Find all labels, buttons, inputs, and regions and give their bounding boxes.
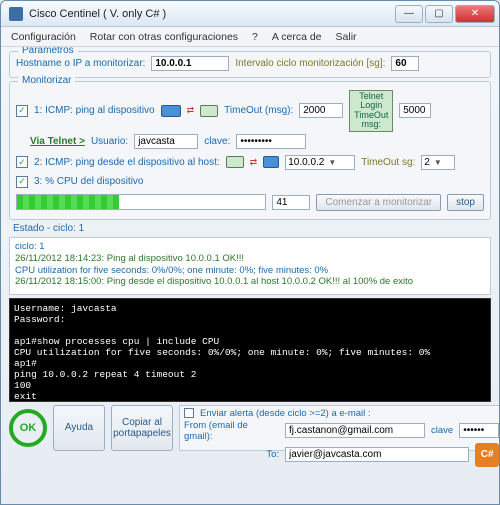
monitorizar-legend: Monitorizar	[18, 75, 75, 86]
term-l8: exit	[14, 391, 37, 402]
start-monitor-button[interactable]: Comenzar a monitorizar	[316, 194, 441, 211]
term-l4: CPU utilization for five seconds: 0%/0%;…	[14, 347, 430, 358]
timeout2-dropdown[interactable]: 2 ▼	[421, 155, 455, 170]
terminal-output[interactable]: Username: javcasta Password: ap1#show pr…	[9, 298, 491, 402]
titlebar: Cisco Centinel ( V. only C# ) — ▢ ✕	[1, 1, 499, 27]
menu-config[interactable]: Configuración	[11, 31, 76, 43]
progress-fill	[17, 195, 119, 209]
interval-label: Intervalo ciclo monitorización [sg]:	[235, 58, 385, 69]
menu-rotar[interactable]: Rotar con otras configuraciones	[90, 31, 238, 43]
hostname-label: Hostname o IP a monitorizar:	[16, 58, 145, 69]
check-icmp2[interactable]: ✓	[16, 156, 28, 168]
menu-about[interactable]: A cerca de	[272, 31, 322, 43]
chevron-down-icon-2: ▼	[434, 158, 442, 167]
interval-input[interactable]	[391, 56, 419, 71]
check-icmp1[interactable]: ✓	[16, 105, 28, 117]
term-l5: ap1#	[14, 358, 37, 369]
host2-dropdown[interactable]: 10.0.0.2 ▼	[285, 155, 355, 170]
to-label: To:	[184, 449, 279, 460]
router2-icon	[226, 156, 244, 168]
parametros-legend: Parametros	[18, 47, 78, 56]
progress-bar	[16, 194, 266, 210]
status-line-2: 26/11/2012 18:14:23: Ping al dispositivo…	[15, 253, 485, 265]
icmp1-label: 1: ICMP: ping al dispositivo	[34, 105, 155, 116]
timeout2-value: 2	[424, 157, 430, 168]
term-l2: Password:	[14, 314, 65, 325]
cpu-label: 3: % CPU del dispositivo	[34, 176, 144, 187]
alert-label: Enviar alerta (desde ciclo >=2) a e-mail…	[200, 408, 371, 419]
telnet-timeout-box: Telnet Login TimeOut msg:	[349, 90, 393, 132]
status-box: ciclo: 1 26/11/2012 18:14:23: Ping al di…	[9, 237, 491, 295]
copy-clipboard-button[interactable]: Copiar al portapapeles	[111, 405, 173, 451]
stop-button[interactable]: stop	[447, 194, 484, 211]
hostname-input[interactable]	[151, 56, 229, 71]
device-icon	[161, 105, 181, 117]
host2-value: 10.0.0.2	[288, 157, 324, 168]
chevron-down-icon: ▼	[328, 158, 336, 167]
router-icon	[200, 105, 218, 117]
close-button[interactable]: ✕	[455, 5, 495, 23]
window-controls: — ▢ ✕	[395, 5, 495, 23]
term-l7: 100	[14, 380, 31, 391]
clave-label: clave:	[204, 136, 230, 147]
telnet-timeout-input[interactable]	[399, 103, 431, 118]
status-line-3: CPU utilization for five seconds: 0%/0%;…	[15, 265, 485, 277]
usuario-label: Usuario:	[91, 136, 128, 147]
minimize-button[interactable]: —	[395, 5, 423, 23]
usuario-input[interactable]	[134, 134, 198, 149]
menu-exit[interactable]: Salir	[336, 31, 357, 43]
menubar: Configuración Rotar con otras configurac…	[1, 27, 499, 47]
maximize-button[interactable]: ▢	[425, 5, 453, 23]
status-line-1: ciclo: 1	[15, 241, 485, 253]
app-icon	[9, 7, 23, 21]
clave-input[interactable]	[236, 134, 306, 149]
content-area: Parametros Hostname o IP a monitorizar: …	[1, 47, 499, 504]
via-telnet-label[interactable]: Via Telnet >	[30, 136, 85, 147]
icmp2-label: 2: ICMP: ping desde el dispositivo al ho…	[34, 157, 220, 168]
bottom-panel: OK Ayuda Copiar al portapapeles Enviar a…	[9, 405, 491, 451]
from-label: From (email de gmail):	[184, 420, 279, 442]
menu-help-q[interactable]: ?	[252, 31, 258, 43]
term-l6: ping 10.0.0.2 repeat 4 timeout 2	[14, 369, 196, 380]
alert-checkbox[interactable]	[184, 408, 194, 418]
window-title: Cisco Centinel ( V. only C# )	[29, 8, 395, 20]
from-input[interactable]	[285, 423, 425, 438]
email-panel: Enviar alerta (desde ciclo >=2) a e-mail…	[179, 405, 499, 451]
term-l3: ap1#show processes cpu | include CPU	[14, 336, 219, 347]
parametros-group: Parametros Hostname o IP a monitorizar: …	[9, 51, 491, 78]
app-window: Cisco Centinel ( V. only C# ) — ▢ ✕ Conf…	[0, 0, 500, 505]
progress-value[interactable]	[272, 195, 310, 210]
email-clave-input[interactable]	[459, 423, 499, 438]
timeout2-label: TimeOut sg:	[361, 157, 415, 168]
state-label: Estado - ciclo: 1	[9, 223, 491, 234]
arrow2-icon: ⇄	[250, 157, 258, 168]
ok-status-icon: OK	[9, 409, 47, 447]
monitorizar-group: Monitorizar ✓ 1: ICMP: ping al dispositi…	[9, 81, 491, 220]
status-line-4: 26/11/2012 18:15:00: Ping desde el dispo…	[15, 276, 485, 288]
timeout1-input[interactable]	[299, 103, 343, 118]
term-l1: Username: javcasta	[14, 303, 117, 314]
telnet-box-l4: msg:	[352, 120, 390, 129]
timeout1-label: TimeOut (msg):	[224, 105, 293, 116]
arrow-icon: ⇄	[187, 105, 195, 116]
csharp-logo-icon: C#	[475, 443, 499, 467]
check-cpu[interactable]: ✓	[16, 176, 28, 188]
email-clave-label: clave	[431, 425, 453, 436]
device2-icon	[263, 156, 279, 168]
to-input[interactable]	[285, 447, 469, 462]
help-button[interactable]: Ayuda	[53, 405, 105, 451]
